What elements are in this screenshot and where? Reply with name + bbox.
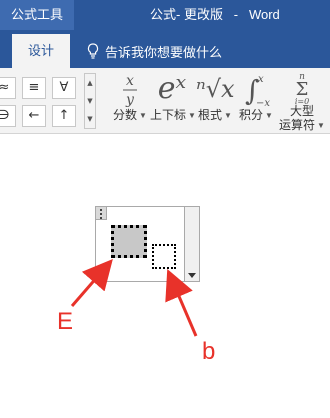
chevron-down-icon[interactable]: ▼ xyxy=(85,92,95,110)
ribbon: ≈ ≡ ∀ ∋ ← ↑ ▲ ▼ ▼ x y 分数 ▼ eˣ 上下标 ▼ ⁿ√x 根式… xyxy=(0,68,330,134)
sum-icon: n Σ i=0 xyxy=(276,70,328,106)
svg-text:x: x xyxy=(258,74,264,85)
annotation-label-subscript: b xyxy=(202,338,216,365)
base-placeholder[interactable] xyxy=(111,225,147,258)
equation-options-button[interactable] xyxy=(184,206,200,282)
gallery-scrollbar[interactable]: ▲ ▼ ▼ xyxy=(84,73,96,129)
svg-text:−x: −x xyxy=(256,98,270,108)
chevron-down-icon xyxy=(188,273,196,278)
radical-icon: ⁿ√x xyxy=(196,75,235,103)
radical-label: 根式 xyxy=(198,108,223,122)
large-operator-button[interactable]: n Σ i=0 大型 运算符 ▼ xyxy=(276,70,328,133)
dropdown-caret-icon: ▼ xyxy=(224,110,232,120)
script-label: 上下标 xyxy=(150,108,187,122)
radical-button[interactable]: ⁿ√x 根式 ▼ xyxy=(196,70,235,132)
symbols-gallery: ≈ ≡ ∀ ∋ ← ↑ ▲ ▼ ▼ xyxy=(0,73,96,129)
script-icon: eˣ xyxy=(157,71,187,106)
fraction-label: 分数 xyxy=(113,108,138,122)
equation-tools-context-tab[interactable]: 公式工具 xyxy=(0,0,74,30)
fraction-button[interactable]: x y 分数 ▼ xyxy=(112,70,148,132)
tell-me-search[interactable]: 告诉我你想要做什么 xyxy=(86,34,222,68)
symbol-approx[interactable]: ≈ xyxy=(0,77,16,99)
gallery-more-icon[interactable]: ▼ xyxy=(85,110,95,128)
symbol-up-arrow[interactable]: ↑ xyxy=(52,105,76,127)
integral-label: 积分 xyxy=(239,108,264,122)
tab-design[interactable]: 设计 xyxy=(12,34,70,68)
svg-text:y: y xyxy=(125,92,135,108)
annotation-label-base: E xyxy=(57,308,74,335)
chevron-up-icon[interactable]: ▲ xyxy=(85,74,95,92)
lightbulb-icon xyxy=(87,43,99,59)
large-operator-label-2: 运算符 xyxy=(279,118,316,132)
symbol-contains[interactable]: ∋ xyxy=(0,105,16,127)
dropdown-caret-icon: ▼ xyxy=(139,110,147,120)
integral-button[interactable]: ∫ x −x 积分 ▼ xyxy=(238,70,274,132)
symbol-forall[interactable]: ∀ xyxy=(52,77,76,99)
dropdown-caret-icon: ▼ xyxy=(188,110,196,120)
symbol-equiv[interactable]: ≡ xyxy=(22,77,46,99)
dropdown-caret-icon: ▼ xyxy=(265,110,273,120)
dropdown-caret-icon: ▼ xyxy=(317,120,325,130)
ribbon-tab-row: 设计 告诉我你想要做什么 xyxy=(0,34,330,68)
title-bar: 公式工具 公式- 更改版 - Word xyxy=(0,0,330,34)
subscript-placeholder[interactable] xyxy=(152,244,176,269)
fraction-icon: x y xyxy=(112,70,148,108)
script-button[interactable]: eˣ 上下标 ▼ xyxy=(150,70,196,132)
svg-text:x: x xyxy=(126,73,134,89)
large-operator-label-1: 大型 xyxy=(289,104,314,118)
symbol-left-arrow[interactable]: ← xyxy=(22,105,46,127)
tell-me-label: 告诉我你想要做什么 xyxy=(105,44,223,60)
equation-drag-handle[interactable] xyxy=(95,206,107,220)
integral-icon: ∫ x −x xyxy=(238,70,274,109)
document-title: 公式- 更改版 - Word xyxy=(150,7,280,22)
